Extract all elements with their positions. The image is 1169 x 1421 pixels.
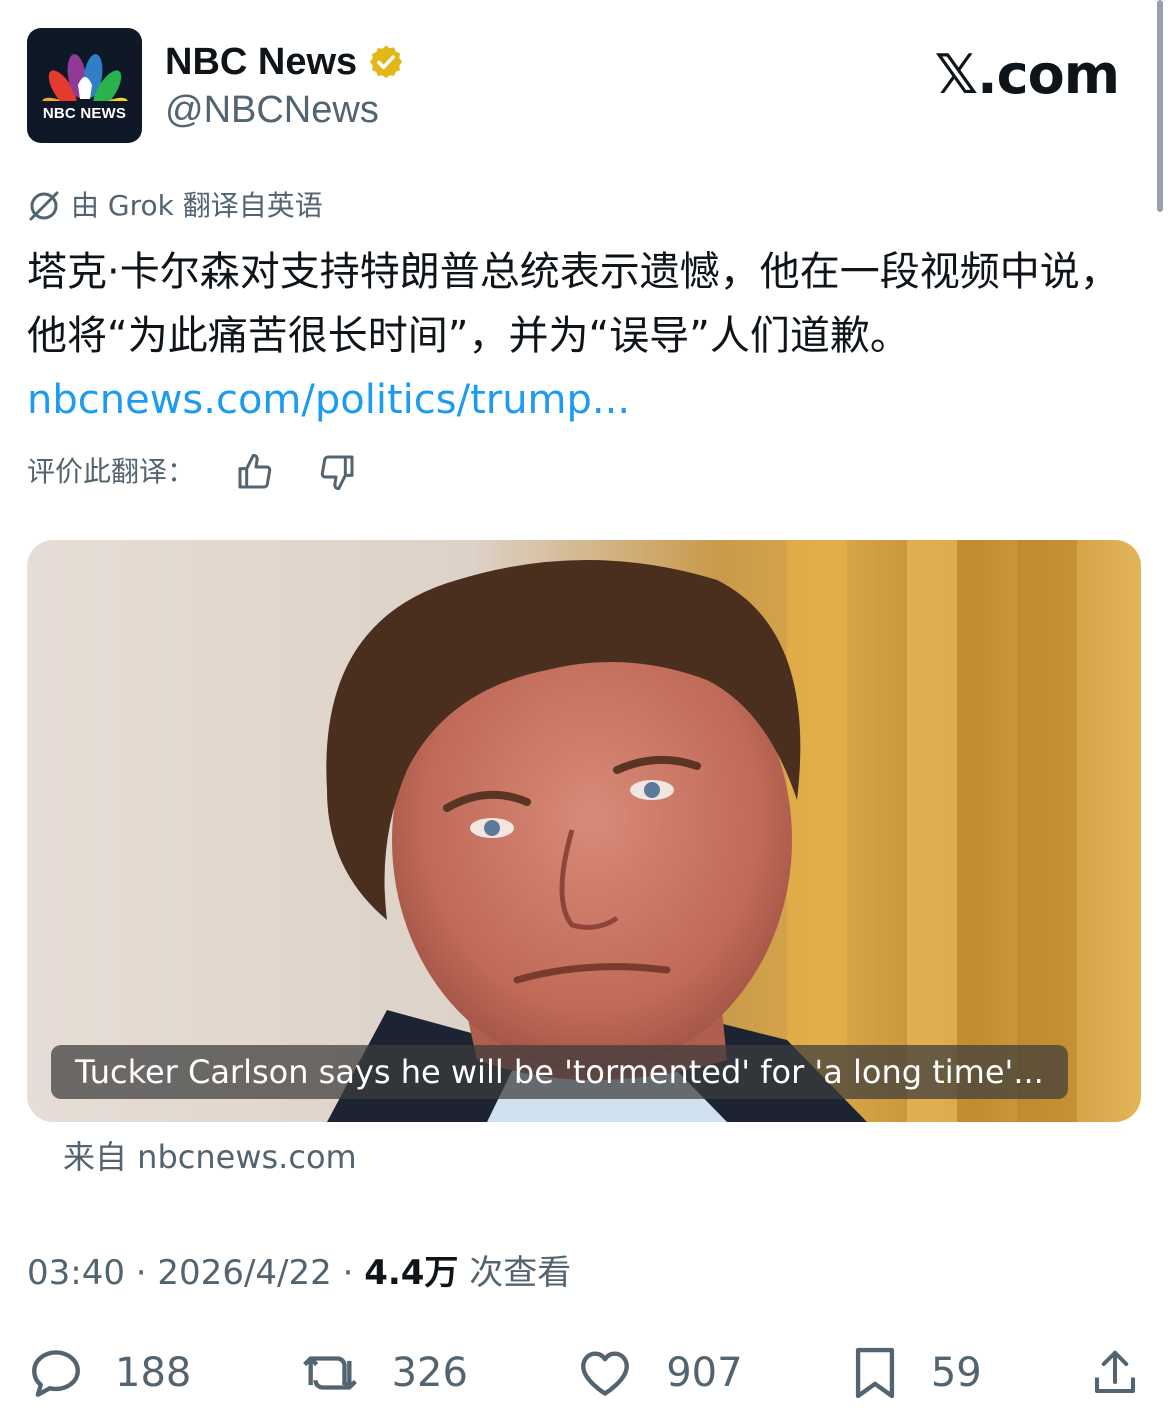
reply-button[interactable]: 188 — [27, 1344, 191, 1402]
photo-illustration — [326, 540, 1077, 1122]
avatar-logo-text: NBC NEWS — [42, 105, 127, 122]
heart-icon — [581, 1351, 630, 1396]
x-brand-logo: 𝕏.com — [934, 43, 1120, 106]
verified-badge-icon — [370, 45, 403, 78]
share-icon — [1094, 1350, 1136, 1394]
thumbs-up-button[interactable] — [233, 450, 277, 494]
repost-count: 326 — [391, 1350, 468, 1396]
bookmark-button[interactable]: 59 — [849, 1344, 982, 1402]
link-card-title[interactable]: Tucker Carlson says he will be 'tormente… — [51, 1045, 1068, 1099]
reply-count: 188 — [115, 1350, 192, 1396]
rate-translation-label: 评价此翻译： — [27, 455, 196, 488]
handle[interactable]: @NBCNews — [165, 86, 379, 134]
link-card-source[interactable]: 来自 nbcnews.com — [63, 1135, 357, 1179]
bookmark-icon — [855, 1347, 894, 1399]
tweet-time[interactable]: 03:40 — [27, 1253, 125, 1293]
thumbs-down-button[interactable] — [315, 450, 359, 494]
meta-separator: · — [124, 1253, 158, 1293]
nbc-peacock-logo — [41, 54, 128, 101]
rate-translation-row: 评价此翻译： — [27, 450, 359, 494]
avatar[interactable]: NBC NEWS — [27, 28, 142, 143]
like-button[interactable]: 907 — [574, 1344, 743, 1402]
meta-separator-2: · — [331, 1253, 365, 1293]
view-count: 4.4万 — [364, 1253, 459, 1293]
grok-icon — [29, 191, 59, 221]
share-button[interactable] — [1088, 1344, 1142, 1402]
thumbs-up-icon — [238, 453, 272, 489]
like-count: 907 — [666, 1350, 743, 1396]
thumbs-down-icon — [320, 455, 354, 491]
tweet-meta: 03:40 · 2026/4/22 · 4.4万 次查看 — [27, 1250, 571, 1296]
display-name[interactable]: NBC News — [165, 38, 357, 86]
tweet-text: 塔克·卡尔森对支持特朗普总统表示遗憾，他在一段视频中说，他将“为此痛苦很长时间”… — [27, 240, 1137, 432]
tweet-date[interactable]: 2026/4/22 — [157, 1253, 331, 1293]
display-name-row[interactable]: NBC News — [165, 38, 405, 86]
scrollbar[interactable] — [1157, 0, 1163, 212]
reply-icon — [32, 1350, 80, 1397]
tweet-body: 塔克·卡尔森对支持特朗普总统表示遗憾，他在一段视频中说，他将“为此痛苦很长时间”… — [27, 249, 1120, 359]
action-bar: 188 326 907 59 — [27, 1340, 1142, 1406]
repost-icon — [302, 1356, 357, 1390]
tweet-link[interactable]: nbcnews.com/politics/trump... — [27, 377, 630, 423]
link-card-image[interactable]: Tucker Carlson says he will be 'tormente… — [27, 540, 1141, 1122]
translation-note-text: 由 Grok 翻译自英语 — [71, 189, 323, 222]
bookmark-count: 59 — [930, 1350, 982, 1396]
translation-note: 由 Grok 翻译自英语 — [27, 186, 323, 226]
view-label: 次查看 — [458, 1253, 572, 1293]
repost-button[interactable]: 326 — [298, 1344, 468, 1402]
